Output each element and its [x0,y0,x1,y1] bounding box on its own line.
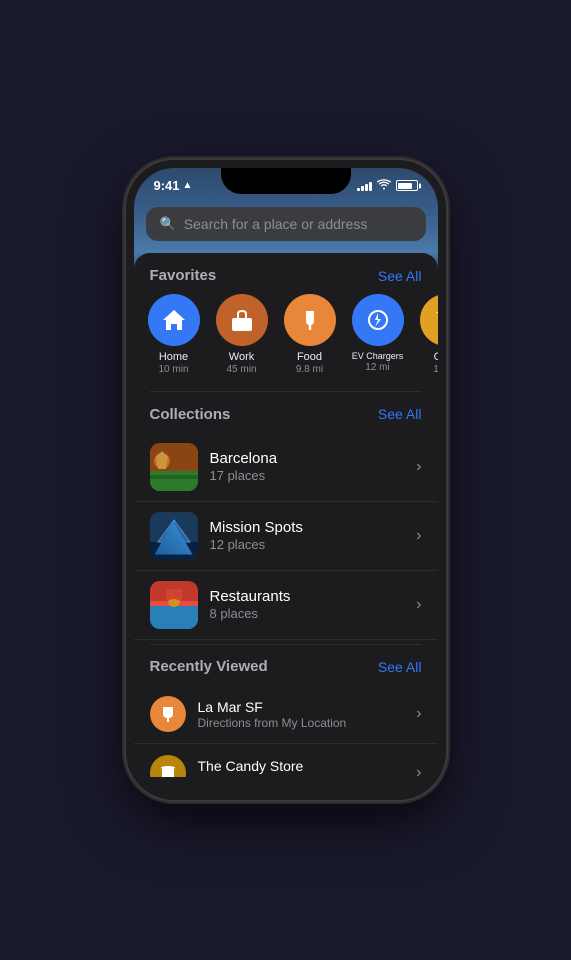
favorite-label-ev: EV Chargers [352,351,404,361]
chevron-icon-5: › [416,764,421,777]
collection-count-barcelona: 17 places [210,468,278,483]
wifi-icon [377,179,391,193]
notch [221,168,351,194]
collection-name-mission: Mission Spots [210,519,303,536]
recently-viewed-see-all[interactable]: See All [378,659,422,675]
search-bar[interactable]: 🔍 Search for a place or address [146,207,426,241]
collection-name-restaurants: Restaurants [210,588,291,605]
favorites-see-all[interactable]: See All [378,268,422,284]
favorite-icon-ev [352,294,404,346]
recent-info-lamar: La Mar SF Directions from My Location [198,699,347,730]
content-area[interactable]: Favorites See All Home 10 min [134,253,438,777]
phone-screen: 9:41 ▲ [134,168,438,792]
collection-info-mission: Mission Spots 12 places [210,519,303,552]
favorites-title: Favorites [150,267,217,284]
favorite-sub-food: 9.8 mi [296,364,323,375]
favorite-sub-grocery: 13 mi [433,364,437,375]
favorites-section-header: Favorites See All [134,253,438,294]
favorite-label-work: Work [229,351,254,363]
recent-info-candy: The Candy Store 1507 Vallejo St, San Fra… [198,758,361,778]
recent-item-candy[interactable]: The Candy Store 1507 Vallejo St, San Fra… [134,744,438,777]
recently-viewed-header: Recently Viewed See All [134,644,438,685]
favorite-item-ev[interactable]: EV Chargers 12 mi [350,294,406,375]
recent-name-candy: The Candy Store [198,758,361,774]
favorite-icon-work [216,294,268,346]
location-arrow-icon: ▲ [183,180,193,191]
favorite-label-food: Food [297,351,322,363]
battery-icon [396,180,418,191]
favorite-sub-ev: 12 mi [365,362,389,373]
favorite-sub-work: 45 min [226,364,256,375]
collection-count-restaurants: 8 places [210,606,291,621]
chevron-icon-3: › [416,596,421,614]
recent-icon-candy [150,755,186,777]
phone-frame: 9:41 ▲ [126,160,446,800]
chevron-icon: › [416,458,421,476]
recent-sub-candy: 1507 Vallejo St, San Francisco [198,775,361,778]
time-display: 9:41 [154,178,180,193]
favorite-item-grocery[interactable]: Groc 13 mi [418,294,438,375]
recently-viewed-title: Recently Viewed [150,658,268,675]
collections-section-header: Collections See All [134,392,438,433]
chevron-icon-2: › [416,527,421,545]
recent-sub-lamar: Directions from My Location [198,716,347,730]
search-icon: 🔍 [160,216,176,232]
status-icons [357,179,418,193]
recent-icon-lamar [150,696,186,732]
favorite-item-work[interactable]: Work 45 min [214,294,270,375]
collections-see-all[interactable]: See All [378,406,422,422]
collection-info-barcelona: Barcelona 17 places [210,450,278,483]
collection-info-restaurants: Restaurants 8 places [210,588,291,621]
search-container[interactable]: 🔍 Search for a place or address [134,199,438,253]
favorite-item-home[interactable]: Home 10 min [146,294,202,375]
favorite-label-home: Home [159,351,188,363]
favorite-icon-home [148,294,200,346]
favorite-sub-home: 10 min [158,364,188,375]
favorite-label-grocery: Groc [434,351,438,363]
recent-name-lamar: La Mar SF [198,699,347,715]
collection-thumb-mission [150,512,198,560]
search-placeholder: Search for a place or address [184,216,368,232]
collection-name-barcelona: Barcelona [210,450,278,467]
favorite-icon-grocery [420,294,438,346]
collection-item-restaurants[interactable]: Restaurants 8 places › [134,571,438,640]
signal-icon [357,181,372,191]
collections-title: Collections [150,406,231,423]
collection-item-mission[interactable]: Mission Spots 12 places › [134,502,438,571]
chevron-icon-4: › [416,705,421,723]
collection-thumb-restaurants [150,581,198,629]
recent-item-lamar[interactable]: La Mar SF Directions from My Location › [134,685,438,744]
collection-count-mission: 12 places [210,537,303,552]
collection-item-barcelona[interactable]: Barcelona 17 places › [134,433,438,502]
status-time: 9:41 ▲ [154,178,193,193]
favorite-item-food[interactable]: Food 9.8 mi [282,294,338,375]
favorite-icon-food [284,294,336,346]
favorites-list[interactable]: Home 10 min Work 45 min [134,294,438,391]
collection-thumb-barcelona [150,443,198,491]
